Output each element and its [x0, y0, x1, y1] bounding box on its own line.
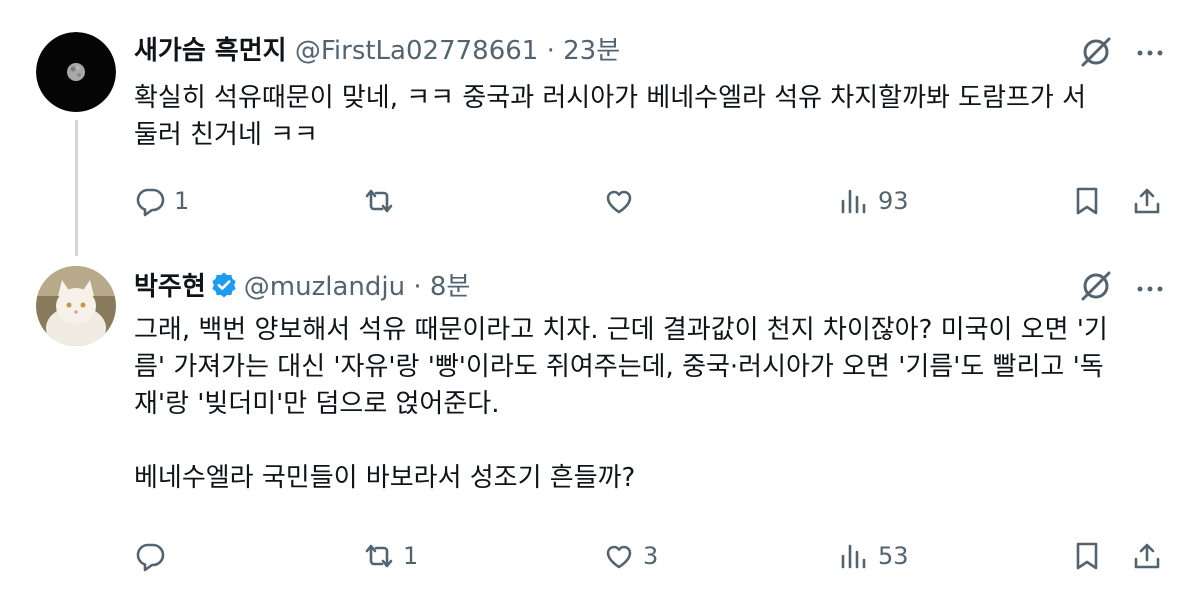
repost-button[interactable]: 1	[363, 536, 418, 576]
views-count: 93	[878, 187, 909, 215]
repost-count: 1	[403, 542, 419, 570]
user-handle[interactable]: @FirstLa02778661	[295, 36, 538, 66]
tweet-2-header: 박주현 @muzlandju · 8분	[134, 270, 470, 304]
grok-icon[interactable]	[1078, 34, 1114, 70]
bookmark-icon	[1076, 542, 1098, 570]
separator-dot: ·	[413, 272, 422, 302]
like-icon	[606, 545, 632, 569]
action-bar: 1 3 53	[0, 536, 1182, 576]
share-icon	[1134, 543, 1160, 569]
display-name[interactable]: 박주현	[134, 272, 206, 302]
like-icon	[606, 190, 632, 214]
timestamp[interactable]: 8분	[430, 272, 470, 302]
repost-icon	[365, 189, 393, 213]
repost-button[interactable]	[363, 181, 403, 221]
bookmark-button[interactable]	[1071, 536, 1103, 576]
verified-badge-icon[interactable]	[210, 271, 238, 299]
more-icon[interactable]	[1135, 274, 1165, 304]
bookmark-icon	[1076, 187, 1098, 215]
avatar-moon[interactable]	[36, 32, 116, 112]
action-bar: 1 93	[0, 181, 1182, 221]
reply-button[interactable]	[134, 536, 174, 576]
share-icon	[1134, 188, 1160, 214]
reply-button[interactable]: 1	[134, 181, 189, 221]
views-button[interactable]: 93	[838, 181, 909, 221]
tweet-1-header: 새가슴 흑먼지 @FirstLa02778661 · 23분	[134, 34, 620, 68]
views-icon	[841, 544, 866, 569]
views-icon	[841, 189, 866, 214]
avatar-cat[interactable]	[36, 266, 116, 346]
like-button[interactable]	[603, 181, 643, 221]
share-button[interactable]	[1131, 536, 1163, 576]
tweet-text: 그래, 백번 양보해서 석유 때문이라고 치자. 근데 결과값이 천지 차이잖아…	[134, 315, 1108, 493]
views-count: 53	[878, 542, 909, 570]
share-button[interactable]	[1131, 181, 1163, 221]
grok-icon[interactable]	[1078, 268, 1114, 304]
reply-icon	[136, 543, 165, 572]
display-name[interactable]: 새가슴 흑먼지	[134, 36, 287, 66]
user-handle[interactable]: @muzlandju	[244, 272, 405, 302]
reply-count: 1	[174, 187, 190, 215]
like-button[interactable]: 3	[603, 536, 658, 576]
repost-icon	[365, 544, 393, 568]
tweet-text: 확실히 석유때문이 맞네, ㅋㅋ 중국과 러시아가 베네수엘라 석유 차지할까봐…	[134, 83, 1087, 150]
more-icon[interactable]	[1135, 38, 1165, 68]
reply-icon	[136, 188, 165, 217]
views-button[interactable]: 53	[838, 536, 909, 576]
separator-dot: ·	[546, 36, 555, 66]
timestamp[interactable]: 23분	[563, 36, 620, 66]
like-count: 3	[643, 542, 659, 570]
bookmark-button[interactable]	[1071, 181, 1103, 221]
